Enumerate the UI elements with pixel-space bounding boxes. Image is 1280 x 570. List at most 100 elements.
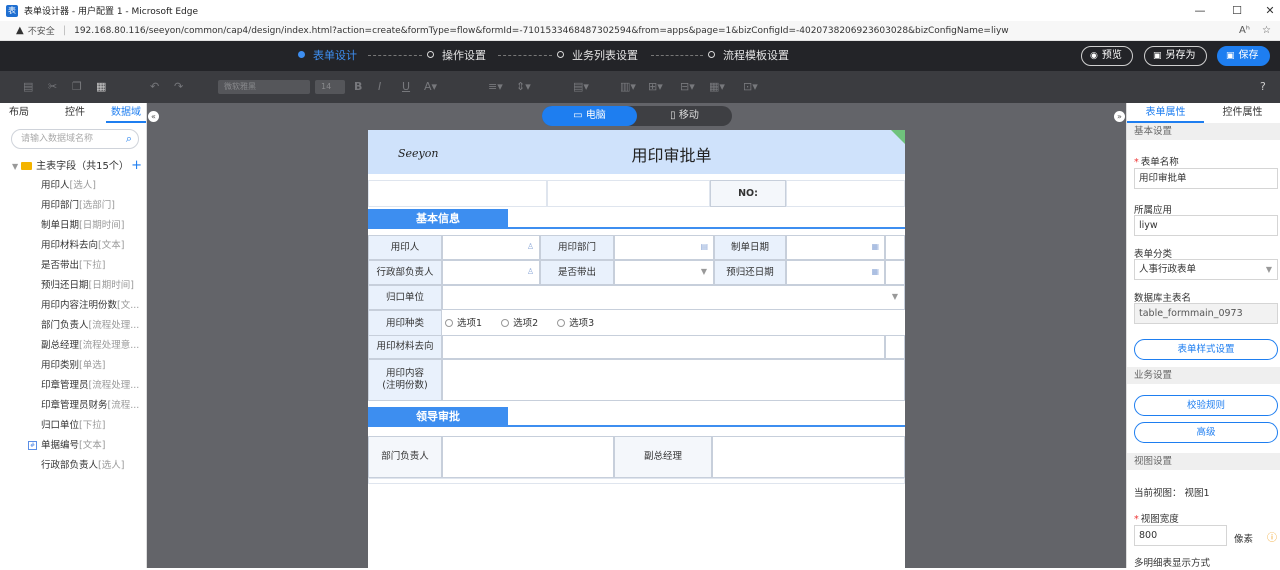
input-admin-head[interactable]: ♙ <box>442 260 540 285</box>
label-dept[interactable]: 用印部门 <box>540 235 614 260</box>
field-item[interactable]: 是否带出[下拉] <box>41 256 141 276</box>
font-color-icon[interactable]: A▾ <box>424 80 437 93</box>
radio-seal-type[interactable]: 选项1 选项2 选项3 <box>442 310 905 337</box>
italic-icon[interactable]: I <box>378 80 381 93</box>
url-field[interactable]: 192.168.80.116/seeyon/common/cap4/design… <box>74 26 1174 36</box>
chevron-down-icon[interactable]: ▼ <box>1266 260 1272 279</box>
align-vertical-icon[interactable]: ⇕▾ <box>516 80 531 93</box>
field-item[interactable]: 用印材料去向[文本] <box>41 236 141 256</box>
dept-icon[interactable]: ▤ <box>700 242 708 251</box>
tab-controls[interactable]: 控件 <box>57 103 93 123</box>
form-name-input[interactable]: 用印审批单 <box>1134 168 1278 189</box>
field-item[interactable]: 制单日期[日期时间] <box>41 216 141 236</box>
field-item[interactable]: 行政部负责人[选人] <box>41 456 141 476</box>
label-dept-head[interactable]: 部门负责人 <box>368 436 442 478</box>
radio-option-1[interactable] <box>445 319 453 327</box>
undo-icon[interactable]: ↶ <box>150 80 159 93</box>
section-basic-info[interactable]: 基本信息 <box>368 209 508 229</box>
chevron-down-icon[interactable]: ▼ <box>892 292 898 301</box>
no-label[interactable]: NO: <box>710 180 786 207</box>
label-seal-type[interactable]: 用印种类 <box>368 310 442 337</box>
field-item[interactable]: 印章管理员[流程处理... <box>41 376 141 396</box>
select-unit[interactable]: ▼ <box>442 285 905 310</box>
tab-data-domain[interactable]: 数据域 <box>106 103 146 123</box>
device-mobile-button[interactable]: ▯ 移动 <box>637 106 732 126</box>
form-paper[interactable]: Seeyon 用印审批单 NO: 基本信息 用印人 ♙ 用印部门 ▤ 制单日期 … <box>368 130 905 570</box>
collapse-right-icon[interactable]: » <box>1114 111 1125 122</box>
warning-icon[interactable]: ▲ <box>16 25 24 36</box>
expand-icon[interactable]: ▼ <box>12 162 18 171</box>
label-content[interactable]: 用印内容 (注明份数) <box>368 359 442 401</box>
radio-option-2[interactable] <box>501 319 510 327</box>
field-item[interactable]: 归口单位[下拉] <box>41 416 141 436</box>
input-dept[interactable]: ▤ <box>614 235 714 260</box>
add-field-icon[interactable]: + <box>131 159 142 173</box>
section-leader-approval[interactable]: 领导审批 <box>368 407 508 427</box>
no-row-blank-2[interactable] <box>547 180 710 207</box>
minimize-button[interactable]: — <box>1184 0 1216 21</box>
favorite-icon[interactable]: ☆ <box>1262 21 1271 41</box>
cut-icon[interactable]: ✂ <box>48 80 57 93</box>
paste-icon[interactable]: ▦ <box>96 80 106 93</box>
preview-button[interactable]: ◉ 预览 <box>1081 46 1133 66</box>
calendar-icon[interactable]: ▦ <box>871 267 879 276</box>
category-select[interactable]: 人事行政表单 ▼ <box>1134 259 1278 280</box>
tab-control-properties[interactable]: 控件属性 <box>1204 103 1280 123</box>
field-item[interactable]: # 单据编号[文本] <box>28 436 141 456</box>
save-button[interactable]: ▣ 保存 <box>1217 46 1270 66</box>
font-size-select[interactable]: 14 <box>315 80 345 94</box>
step-form-design[interactable]: 表单设计 <box>298 41 357 71</box>
info-icon[interactable]: ⓘ <box>1267 529 1277 544</box>
field-item[interactable]: 用印人[选人] <box>41 176 141 196</box>
label-unit[interactable]: 归口单位 <box>368 285 442 310</box>
person-icon[interactable]: ♙ <box>527 267 534 276</box>
redo-icon[interactable]: ↷ <box>174 80 183 93</box>
save-as-button[interactable]: ▣ 另存为 <box>1144 46 1207 66</box>
collapse-left-icon[interactable]: « <box>148 111 159 122</box>
maximize-button[interactable]: ☐ <box>1221 0 1253 21</box>
textarea-content[interactable] <box>442 359 905 401</box>
field-item[interactable]: 预归还日期[日期时间] <box>41 276 141 296</box>
chevron-down-icon[interactable]: ▼ <box>701 267 707 276</box>
copy-icon[interactable]: ❐ <box>72 80 82 93</box>
input-applicant[interactable]: ♙ <box>442 235 540 260</box>
view-width-input[interactable]: 800 <box>1134 525 1227 546</box>
align-left-icon[interactable]: ≡▾ <box>488 80 503 93</box>
label-vice-gm[interactable]: 副总经理 <box>614 436 712 478</box>
tree-root-main-fields[interactable]: ▼ 主表字段（共15个） + <box>12 159 142 175</box>
step-workflow[interactable]: 流程模板设置 <box>708 41 789 71</box>
insecure-label[interactable]: 不安全 <box>28 24 55 37</box>
app-input[interactable]: liyw <box>1134 215 1278 236</box>
person-icon[interactable]: ♙ <box>527 242 534 251</box>
no-input[interactable] <box>786 180 905 207</box>
split-icon[interactable]: ⊟▾ <box>680 80 695 93</box>
close-window-button[interactable]: ✕ <box>1254 0 1280 21</box>
field-item[interactable]: 用印内容注明份数[文... <box>41 296 141 316</box>
input-destination[interactable] <box>442 335 885 359</box>
input-date[interactable]: ▦ <box>786 235 885 260</box>
merge-icon[interactable]: ⊞▾ <box>648 80 663 93</box>
field-item[interactable]: 印章管理员财务[流程... <box>41 396 141 416</box>
device-pc-button[interactable]: ▭ 电脑 <box>542 106 637 126</box>
verify-rules-button[interactable]: 校验规则 <box>1134 395 1278 416</box>
step-list[interactable]: 业务列表设置 <box>557 41 638 71</box>
label-return-date[interactable]: 预归还日期 <box>714 260 786 285</box>
font-family-select[interactable]: 微软雅黑 <box>218 80 310 94</box>
select-take-out[interactable]: ▼ <box>614 260 714 285</box>
label-admin-head[interactable]: 行政部负责人 <box>368 260 442 285</box>
read-aloud-icon[interactable]: Aʰ <box>1239 21 1250 41</box>
calendar-icon[interactable]: ▦ <box>871 242 879 251</box>
help-icon[interactable]: ? <box>1260 80 1266 93</box>
tab-form-properties[interactable]: 表单属性 <box>1127 103 1204 123</box>
form-title[interactable]: 用印审批单 <box>368 142 905 166</box>
border-icon[interactable]: ▦▾ <box>709 80 725 93</box>
insert-row-icon[interactable]: ▤▾ <box>573 80 589 93</box>
input-dept-head-opinion[interactable] <box>442 436 614 478</box>
field-item[interactable]: 副总经理[流程处理意... <box>41 336 141 356</box>
radio-option-3[interactable] <box>557 319 566 327</box>
underline-icon[interactable]: U <box>402 80 410 93</box>
advanced-button[interactable]: 高级 <box>1134 422 1278 443</box>
save-small-icon[interactable]: ▤ <box>23 80 33 93</box>
field-item[interactable]: 用印类别[单选] <box>41 356 141 376</box>
field-search-input[interactable]: 请输入数据域名称 ⌕ <box>11 129 139 149</box>
